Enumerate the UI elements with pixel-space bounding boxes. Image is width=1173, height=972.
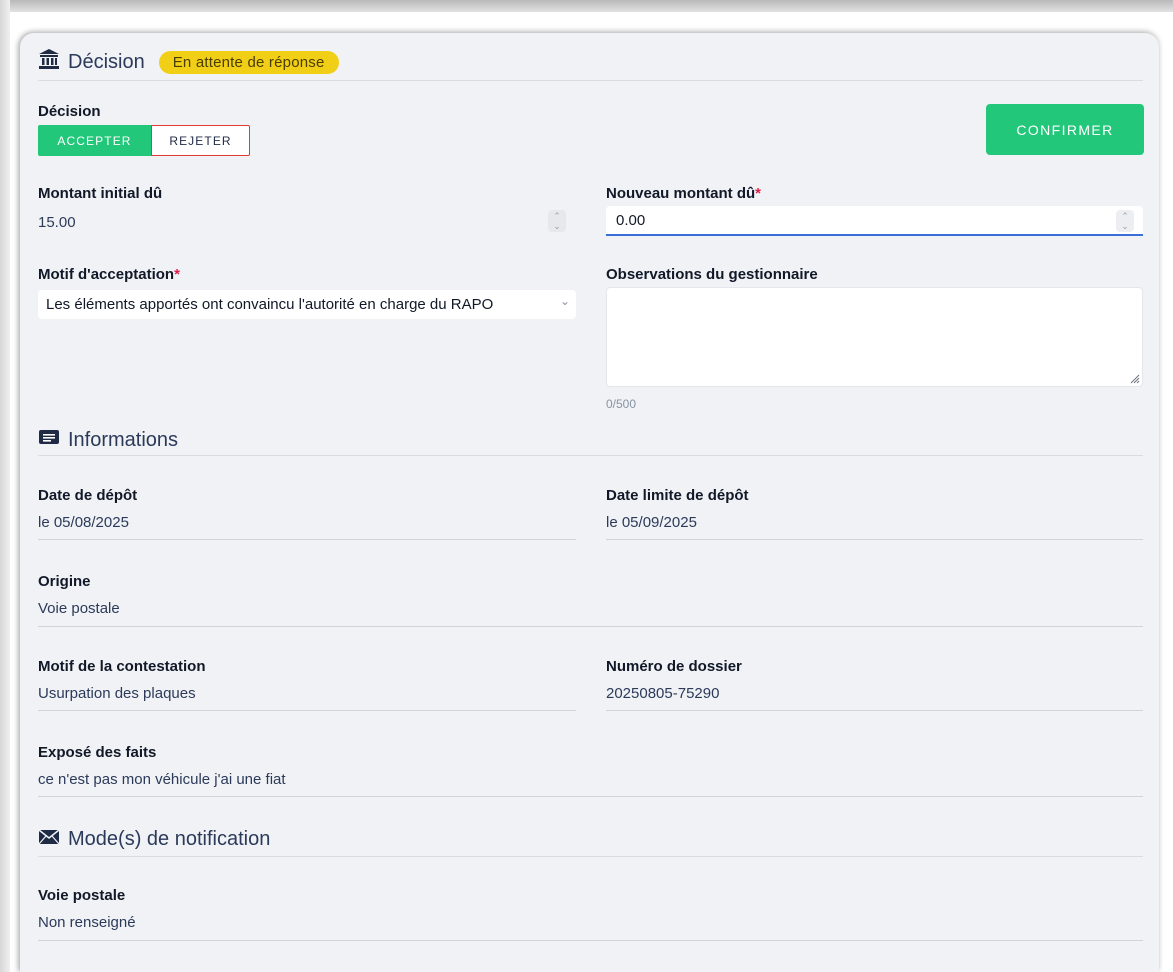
acceptance-reason-label: Motif d'acceptation* <box>38 266 180 283</box>
deadline-value: le 05/09/2025 <box>606 514 697 531</box>
status-badge: En attente de réponse <box>158 50 339 74</box>
accept-button[interactable]: ACCEPTER <box>38 125 151 156</box>
observations-textarea[interactable] <box>606 287 1143 387</box>
decision-label: Décision <box>38 103 101 120</box>
field-underline <box>606 710 1143 711</box>
field-underline <box>38 539 576 540</box>
deadline-label: Date limite de dépôt <box>606 487 749 504</box>
informations-section-header: Informations <box>38 424 178 456</box>
field-underline <box>38 796 1143 797</box>
observations-label: Observations du gestionnaire <box>606 266 818 283</box>
chevron-down-icon: ⌄ <box>559 294 570 308</box>
reject-button[interactable]: REJETER <box>151 125 250 156</box>
origin-value: Voie postale <box>38 600 120 617</box>
initial-amount-stepper: ⌃ ⌄ <box>548 210 566 232</box>
notification-section-header: Mode(s) de notification <box>38 823 270 855</box>
new-amount-stepper[interactable]: ⌃ ⌄ <box>1116 210 1134 232</box>
deposit-date-label: Date de dépôt <box>38 487 138 504</box>
message-icon <box>38 428 68 452</box>
decision-toggle: ACCEPTER REJETER <box>38 125 250 156</box>
postal-value: Non renseigné <box>38 914 136 931</box>
initial-amount-value: 15.00 <box>38 214 76 231</box>
resize-handle-icon[interactable] <box>1128 372 1140 384</box>
origin-label: Origine <box>38 573 91 590</box>
window-left-shadow <box>0 0 10 972</box>
field-underline <box>38 710 576 711</box>
section-divider <box>38 455 1143 456</box>
envelope-icon <box>38 828 68 851</box>
facts-value: ce n'est pas mon véhicule j'ai une fiat <box>38 771 286 788</box>
new-amount-label: Nouveau montant dû* <box>606 185 761 202</box>
bank-building-icon <box>38 48 68 76</box>
section-divider <box>38 856 1143 857</box>
postal-label: Voie postale <box>38 887 126 904</box>
acceptance-reason-select[interactable]: Les éléments apportés ont convaincu l'au… <box>38 290 576 319</box>
field-underline <box>38 940 1143 941</box>
observations-counter: 0/500 <box>606 397 637 411</box>
file-number-value: 20250805-75290 <box>606 685 720 702</box>
facts-label: Exposé des faits <box>38 744 157 761</box>
case-panel: Décision En attente de réponse Décision … <box>20 33 1159 972</box>
new-amount-field[interactable]: ⌃⌄ <box>606 206 1143 236</box>
contest-reason-value: Usurpation des plaques <box>38 685 196 702</box>
acceptance-reason-value: Les éléments apportés ont convaincu l'au… <box>46 296 494 313</box>
section-divider <box>38 80 1143 81</box>
section-title-notification: Mode(s) de notification <box>68 827 271 850</box>
acceptance-reason-label-text: Motif d'acceptation <box>38 266 175 283</box>
initial-amount-label: Montant initial dû <box>38 185 163 202</box>
field-underline <box>38 626 1143 627</box>
file-number-label: Numéro de dossier <box>606 658 742 675</box>
section-title-informations: Informations <box>68 428 179 451</box>
required-marker: * <box>755 185 762 202</box>
section-title-decision: Décision <box>68 50 145 73</box>
new-amount-label-text: Nouveau montant dû <box>606 185 756 202</box>
contest-reason-label: Motif de la contestation <box>38 658 206 675</box>
decision-section-header: Décision En attente de réponse <box>38 46 339 78</box>
field-underline <box>606 539 1143 540</box>
deposit-date-value: le 05/08/2025 <box>38 514 129 531</box>
confirm-button[interactable]: CONFIRMER <box>986 104 1144 155</box>
new-amount-input[interactable] <box>614 211 1098 230</box>
window-top-shadow <box>0 0 1173 12</box>
required-marker: * <box>174 266 180 283</box>
